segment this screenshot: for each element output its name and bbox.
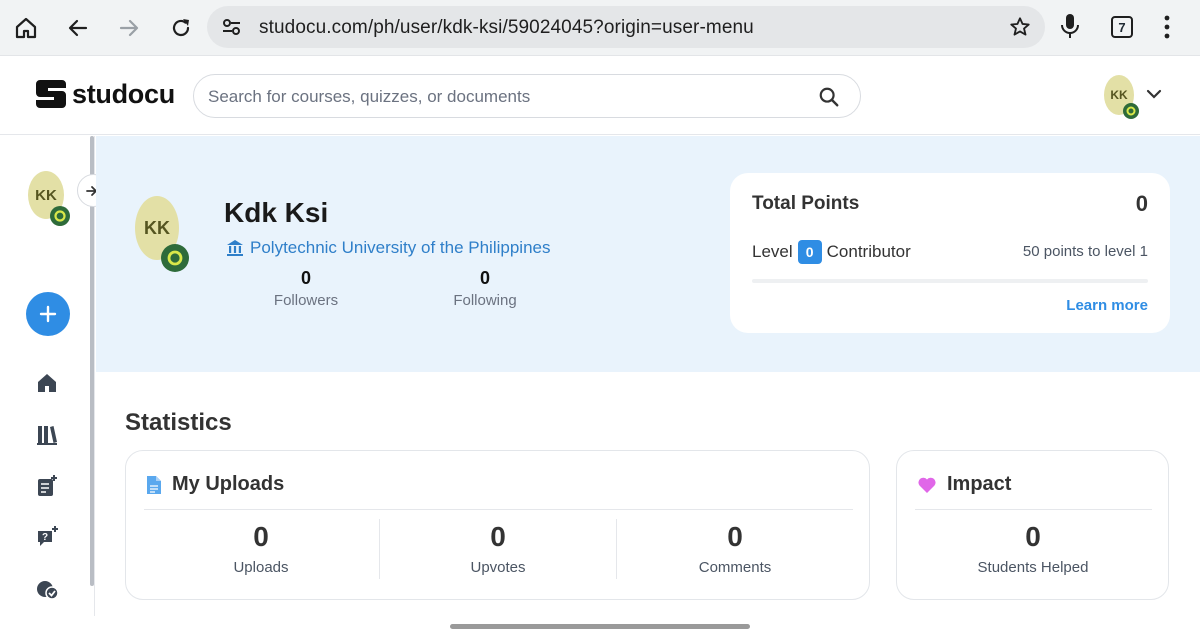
address-bar[interactable]: studocu.com/ph/user/kdk-ksi/59024045?ori… [207,6,1045,48]
svg-text:KK: KK [144,218,170,238]
points-card: Total Points 0 Level 0 Contributor 50 po… [730,173,1170,333]
uploads-metric: 0 Uploads [161,521,361,576]
upvotes-metric: 0 Upvotes [398,521,598,576]
metric-value: 0 [253,521,269,552]
university-link[interactable]: Polytechnic University of the Philippine… [226,238,550,258]
studocu-logo[interactable]: studocu [34,78,175,110]
impact-header: Impact [917,473,1011,496]
sidebar-item-library[interactable] [35,422,59,446]
divider [915,509,1152,510]
level-badge: 0 [797,240,822,264]
browser-menu-icon[interactable] [1163,14,1171,45]
metric-value: 0 [1025,521,1041,552]
following-stat[interactable]: 0 Following [425,268,545,309]
metric-label: Upvotes [470,559,526,576]
metric-value: 0 [490,521,506,552]
bookmark-star-icon[interactable] [1009,16,1031,43]
gesture-bar[interactable] [450,624,750,629]
impact-card: Impact 0 Students Helped [896,450,1169,600]
svg-text:KK: KK [35,187,57,204]
divider [616,519,617,579]
my-uploads-header: My Uploads [146,473,284,496]
document-icon [147,475,161,494]
sidebar-avatar[interactable]: KK [26,170,74,233]
header-avatar[interactable]: KK [1102,74,1144,127]
followers-label: Followers [273,292,339,309]
site-settings-icon[interactable] [221,17,243,42]
quiz-icon [37,581,59,600]
search-input[interactable]: Search for courses, quizzes, or document… [193,74,861,118]
followers-stat[interactable]: 0 Followers [246,268,366,309]
reload-icon[interactable] [165,12,197,44]
url-text[interactable]: studocu.com/ph/user/kdk-ksi/59024045?ori… [259,17,754,39]
sidebar-item-notes[interactable] [35,474,59,498]
rank-label: Contributor [826,242,911,261]
studocu-logo-icon [36,80,66,108]
comments-metric: 0 Comments [635,521,835,576]
search-icon[interactable] [818,86,840,113]
forward-arrow-icon[interactable] [113,12,145,44]
impact-title: Impact [947,473,1012,495]
chevron-down-icon[interactable] [1146,87,1162,105]
logo-text: studocu [72,78,175,109]
home-icon [38,374,56,392]
my-uploads-title: My Uploads [172,473,285,495]
following-label: Following [453,292,517,309]
sidebar-item-home[interactable] [35,371,59,395]
following-count: 0 [479,268,490,288]
microphone-icon[interactable] [1058,12,1082,45]
learn-more-link[interactable]: Learn more [1066,297,1148,314]
sidebar-item-ask[interactable]: ? [35,525,59,549]
statistics-heading: Statistics [125,409,232,436]
university-name[interactable]: Polytechnic University of the Philippine… [250,238,550,258]
site-header: studocu Search for courses, quizzes, or … [0,57,1200,135]
level-progress-bar [752,279,1148,283]
browser-toolbar: studocu.com/ph/user/kdk-ksi/59024045?ori… [0,0,1200,56]
tab-switcher-icon[interactable]: 7 [1111,16,1133,38]
notes-icon [38,475,57,496]
heart-icon [918,477,936,493]
add-button[interactable] [26,292,70,336]
metric-label: Students Helped [977,559,1089,576]
metric-label: Uploads [233,559,289,576]
points-total: 0 [1135,191,1148,216]
back-arrow-icon[interactable] [62,12,94,44]
next-level-text: 50 points to level 1 [1022,243,1148,260]
level-label: Level [752,242,793,261]
students-helped-metric: 0 Students Helped [933,521,1133,576]
plus-icon [39,305,57,323]
home-icon[interactable] [10,12,42,44]
points-title: Total Points [752,193,860,214]
metric-value: 0 [727,521,743,552]
profile-name: Kdk Ksi [224,197,329,228]
svg-text:KK: KK [1110,88,1128,102]
search-placeholder: Search for courses, quizzes, or document… [208,87,531,106]
metric-label: Comments [698,559,772,576]
divider [144,509,853,510]
ask-ai-icon: ? [38,526,58,546]
svg-text:?: ? [42,532,48,543]
divider [379,519,380,579]
institution-icon [227,240,243,256]
my-uploads-card: My Uploads 0 Uploads 0 Upvotes 0 Comment… [125,450,870,600]
library-icon [37,426,57,445]
sidebar-item-quiz[interactable] [35,577,59,601]
level-row: Level 0 Contributor [752,240,911,264]
profile-avatar: KK [133,195,195,282]
followers-count: 0 [300,268,311,288]
